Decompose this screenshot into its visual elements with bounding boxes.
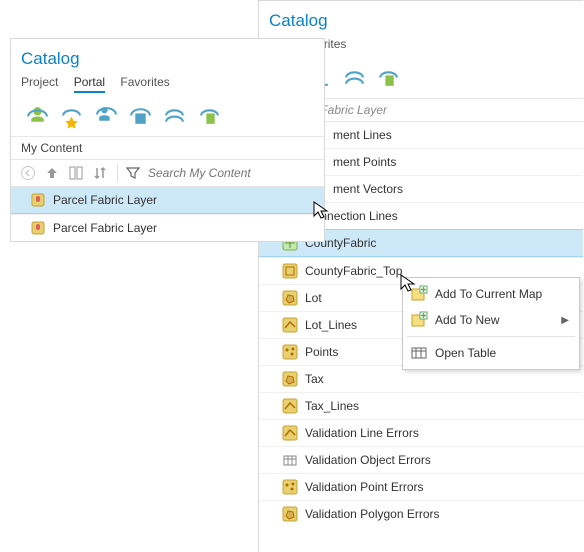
my-groups-icon[interactable] — [94, 103, 119, 128]
table-icon — [409, 343, 429, 363]
view-button[interactable] — [65, 162, 87, 184]
poly-icon — [281, 289, 299, 307]
living-atlas-icon[interactable] — [376, 65, 401, 90]
list-item-label: Validation Polygon Errors — [305, 507, 440, 521]
list-item-label: Parcel Fabric Layer — [53, 193, 157, 207]
menu-item[interactable]: Add To New ▶ — [403, 307, 579, 333]
list-item-label: CountyFabric_Top — [305, 264, 402, 278]
obj-icon — [281, 451, 299, 469]
my-content-icon[interactable] — [25, 103, 50, 128]
poly-icon — [281, 505, 299, 523]
pane-title: Catalog — [11, 39, 324, 73]
list-item-label: Lot — [305, 291, 322, 305]
back-button[interactable] — [17, 162, 39, 184]
my-favorites-icon[interactable] — [59, 103, 84, 128]
list-item[interactable]: Validation Point Errors — [259, 473, 583, 500]
list-item-label: Points — [305, 345, 338, 359]
list-item[interactable]: Validation Line Errors — [259, 419, 583, 446]
list-item-label: Parcel Fabric Layer — [53, 221, 157, 235]
filter-button[interactable] — [122, 162, 144, 184]
all-portal-icon[interactable] — [342, 65, 367, 90]
submenu-arrow-icon: ▶ — [561, 315, 569, 326]
tab-project[interactable]: Project — [21, 75, 58, 93]
lines-icon — [281, 397, 299, 415]
sort-button[interactable] — [89, 162, 111, 184]
menu-item[interactable]: Open Table — [403, 340, 579, 366]
addmap-icon — [409, 310, 429, 330]
portal-filter-bar — [11, 99, 324, 136]
lines-icon — [281, 316, 299, 334]
divider — [117, 164, 118, 182]
menu-item-label: Add To Current Map — [435, 287, 542, 301]
up-button[interactable] — [41, 162, 63, 184]
list-item[interactable]: Validation Polygon Errors — [259, 500, 583, 527]
all-portal-icon[interactable] — [162, 103, 187, 128]
list-item-label: Validation Object Errors — [305, 453, 431, 467]
tab-portal[interactable]: Portal — [74, 75, 105, 93]
list-item-label: ment Vectors — [333, 182, 403, 196]
layer-list: Parcel Fabric Layer Parcel Fabric Layer — [11, 187, 324, 241]
tab-favorites[interactable]: Favorites — [120, 75, 169, 93]
lines-icon — [281, 424, 299, 442]
list-item-label: Validation Line Errors — [305, 426, 419, 440]
poly-icon — [281, 370, 299, 388]
context-menu: Add To Current Map Add To New ▶ Open Table — [402, 277, 580, 370]
list-item-label: ment Points — [333, 155, 396, 169]
topo-icon — [281, 262, 299, 280]
list-item-label: Tax — [305, 372, 324, 386]
section-header: My Content — [11, 136, 324, 159]
menu-item-label: Open Table — [435, 346, 496, 360]
catalog-pane-left: Catalog Project Portal Favorites My Cont… — [10, 38, 325, 242]
menu-separator — [407, 336, 575, 337]
living-atlas-icon[interactable] — [197, 103, 222, 128]
list-item-label: Tax_Lines — [305, 399, 359, 413]
list-item[interactable]: Tax_Lines — [259, 392, 583, 419]
pfl-icon — [29, 191, 47, 209]
list-item-label: ment Lines — [333, 128, 392, 142]
points-icon — [281, 343, 299, 361]
list-item[interactable]: Validation Object Errors — [259, 446, 583, 473]
content-toolbar — [11, 159, 324, 187]
pane-title: Catalog — [259, 1, 583, 35]
menu-item[interactable]: Add To Current Map — [403, 281, 579, 307]
points-icon — [281, 478, 299, 496]
list-item[interactable]: Parcel Fabric Layer — [11, 187, 324, 214]
my-org-icon[interactable] — [128, 103, 153, 128]
tab-strip: Project Portal Favorites — [11, 73, 324, 99]
addmap-icon — [409, 284, 429, 304]
pfl-icon — [29, 219, 47, 237]
list-item-label: Lot_Lines — [305, 318, 357, 332]
menu-item-label: Add To New — [435, 313, 499, 327]
list-item-label: Validation Point Errors — [305, 480, 424, 494]
list-item[interactable]: Parcel Fabric Layer — [11, 214, 324, 241]
search-input[interactable] — [146, 162, 318, 184]
